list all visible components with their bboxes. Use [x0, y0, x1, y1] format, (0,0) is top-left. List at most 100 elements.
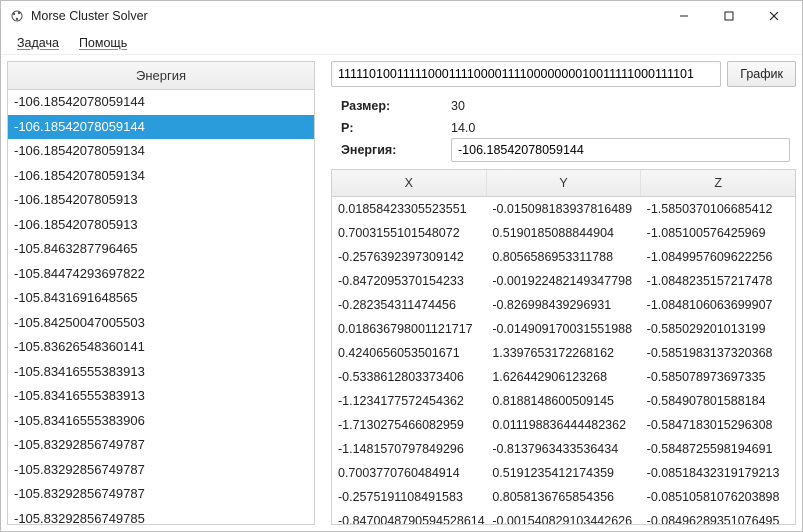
cell-x: -0.5338612803373406: [332, 370, 486, 384]
energy-list-row[interactable]: -106.18542078059144: [8, 115, 314, 140]
energy-list-row[interactable]: -106.1854207805913: [8, 188, 314, 213]
cell-z: -0.5847183015296308: [641, 418, 795, 432]
cell-y: 0.011198836444482362: [486, 418, 640, 432]
cell-y: 0.8058136765854356: [486, 490, 640, 504]
graphic-button[interactable]: График: [727, 61, 796, 87]
table-row[interactable]: 0.018636798001121717-0.01490917003155198…: [332, 317, 795, 341]
maximize-button[interactable]: [706, 2, 751, 30]
table-row[interactable]: 0.70031551015480720.5190185088844904-1.0…: [332, 221, 795, 245]
table-row[interactable]: -0.8470048790594528614-0.001540829103442…: [332, 509, 795, 524]
cell-z: -1.0849957609622256: [641, 250, 795, 264]
energy-list-row[interactable]: -105.83416555383913: [8, 384, 314, 409]
cell-z: -0.08510581076203898: [641, 490, 795, 504]
cell-y: -0.014909170031551988: [486, 322, 640, 336]
cell-y: 0.5191235412174359: [486, 466, 640, 480]
menu-task[interactable]: Задача: [7, 33, 69, 53]
col-x[interactable]: X: [332, 170, 487, 196]
table-row[interactable]: -0.25763923973091420.8056586953311788-1.…: [332, 245, 795, 269]
table-row[interactable]: -0.25751911084915830.8058136765854356-0.…: [332, 485, 795, 509]
close-button[interactable]: [751, 2, 796, 30]
cell-x: 0.7003770760484914: [332, 466, 486, 480]
cell-y: 0.8188148600509145: [486, 394, 640, 408]
cell-z: -0.585029201013199: [641, 322, 795, 336]
cell-z: -0.08518432319179213: [641, 466, 795, 480]
energy-list-row[interactable]: -105.83292856749785: [8, 507, 314, 525]
cell-x: 0.4240656053501671: [332, 346, 486, 360]
cell-y: -0.015098183937816489: [486, 202, 640, 216]
table-row[interactable]: -1.71302754660829590.011198836444482362-…: [332, 413, 795, 437]
cell-y: 0.8056586953311788: [486, 250, 640, 264]
energy-list-row[interactable]: -105.8431691648565: [8, 286, 314, 311]
energy-list-row[interactable]: -105.83416555383913: [8, 360, 314, 385]
cell-y: -0.826998439296931: [486, 298, 640, 312]
splitter[interactable]: [321, 61, 325, 525]
details-block: Размер: 30 P: 14.0 Энергия:: [331, 93, 796, 163]
table-row[interactable]: 0.42406560535016711.3397653172268162-0.5…: [332, 341, 795, 365]
energy-list-row[interactable]: -106.18542078059134: [8, 139, 314, 164]
cell-z: -0.5848725598194691: [641, 442, 795, 456]
size-label: Размер:: [341, 99, 451, 113]
cell-y: -0.001922482149347798: [486, 274, 640, 288]
table-row[interactable]: -0.53386128033734061.626442906123268-0.5…: [332, 365, 795, 389]
window-controls: [661, 2, 796, 30]
cell-z: -0.585078973697335: [641, 370, 795, 384]
energy-list-row[interactable]: -105.83292856749787: [8, 433, 314, 458]
table-row[interactable]: -1.12341775724543620.8188148600509145-0.…: [332, 389, 795, 413]
energy-list-row[interactable]: -106.18542078059144: [8, 90, 314, 115]
menu-bar: Задача Помощь: [1, 31, 802, 55]
cell-x: 0.018636798001121717: [332, 322, 486, 336]
cell-x: -0.282354311474456: [332, 298, 486, 312]
cell-y: 0.5190185088844904: [486, 226, 640, 240]
cell-z: -0.08496289351076495: [641, 514, 795, 524]
energy-list-row[interactable]: -105.8463287796465: [8, 237, 314, 262]
cell-y: -0.001540829103442626: [486, 514, 640, 524]
table-row[interactable]: -0.8472095370154233-0.001922482149347798…: [332, 269, 795, 293]
cell-z: -0.5851983137320368: [641, 346, 795, 360]
table-row[interactable]: -1.1481570797849296-0.8137963433536434-0…: [332, 437, 795, 461]
size-value: 30: [451, 99, 465, 113]
table-row[interactable]: 0.70037707604849140.5191235412174359-0.0…: [332, 461, 795, 485]
table-row[interactable]: -0.282354311474456-0.826998439296931-1.0…: [332, 293, 795, 317]
cell-z: -1.5850370106685412: [641, 202, 795, 216]
cell-x: 0.7003155101548072: [332, 226, 486, 240]
app-window: Morse Cluster Solver Задача Помощь Энерг…: [0, 0, 803, 532]
table-head: X Y Z: [332, 170, 795, 197]
cell-z: -1.0848106063699907: [641, 298, 795, 312]
cell-x: -0.8472095370154233: [332, 274, 486, 288]
cell-y: 1.626442906123268: [486, 370, 640, 384]
cell-x: -0.2575191108491583: [332, 490, 486, 504]
cell-x: 0.01858423305523551: [332, 202, 486, 216]
cell-y: 1.3397653172268162: [486, 346, 640, 360]
energy-list-row[interactable]: -105.83626548360141: [8, 335, 314, 360]
cell-x: -0.2576392397309142: [332, 250, 486, 264]
energy-list-panel: Энергия -106.18542078059144-106.18542078…: [7, 61, 315, 525]
cell-z: -0.584907801588184: [641, 394, 795, 408]
energy-list-row[interactable]: -105.83292856749787: [8, 458, 314, 483]
coord-table: X Y Z 0.01858423305523551-0.015098183937…: [331, 169, 796, 525]
cell-x: -1.1234177572454362: [332, 394, 486, 408]
cell-z: -1.085100576425969: [641, 226, 795, 240]
table-body[interactable]: 0.01858423305523551-0.015098183937816489…: [332, 197, 795, 524]
energy-list[interactable]: -106.18542078059144-106.18542078059144-1…: [8, 90, 314, 524]
menu-help[interactable]: Помощь: [69, 33, 137, 53]
energy-list-row[interactable]: -105.84250047005503: [8, 311, 314, 336]
energy-list-row[interactable]: -105.84474293697822: [8, 262, 314, 287]
app-icon: [9, 8, 25, 24]
cell-x: -1.1481570797849296: [332, 442, 486, 456]
top-row: График: [331, 61, 796, 87]
energy-label: Энергия:: [341, 143, 451, 157]
table-row[interactable]: 0.01858423305523551-0.015098183937816489…: [332, 197, 795, 221]
col-z[interactable]: Z: [641, 170, 795, 196]
binary-input[interactable]: [331, 61, 721, 87]
rho-value: 14.0: [451, 121, 475, 135]
energy-list-row[interactable]: -106.18542078059134: [8, 164, 314, 189]
energy-list-row[interactable]: -105.83416555383906: [8, 409, 314, 434]
col-y[interactable]: Y: [487, 170, 642, 196]
minimize-button[interactable]: [661, 2, 706, 30]
energy-field[interactable]: [451, 138, 790, 162]
energy-list-row[interactable]: -105.83292856749787: [8, 482, 314, 507]
rho-label: P:: [341, 121, 451, 135]
title-bar: Morse Cluster Solver: [1, 1, 802, 31]
energy-list-row[interactable]: -106.1854207805913: [8, 213, 314, 238]
cell-y: -0.8137963433536434: [486, 442, 640, 456]
